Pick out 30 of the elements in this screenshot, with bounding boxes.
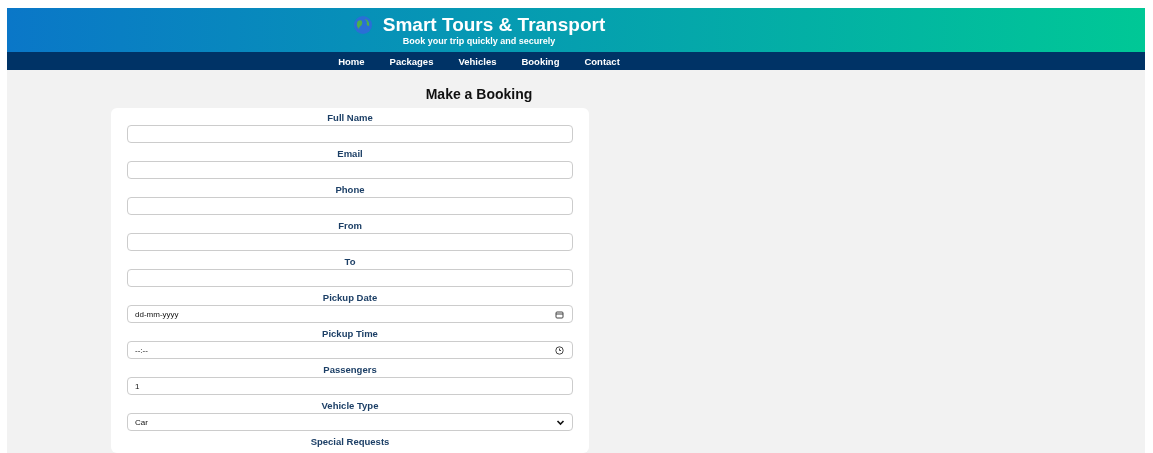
site-title: Smart Tours & Transport (382, 14, 606, 36)
field-label: From (337, 220, 363, 231)
field-label: To (343, 256, 357, 267)
nav-link[interactable]: Packages (389, 55, 434, 67)
nav-link[interactable]: Contact (584, 55, 620, 67)
field-label: Full Name (326, 112, 374, 123)
clock-icon (555, 346, 564, 355)
input-field[interactable] (127, 161, 573, 179)
nav-link[interactable]: Vehicles (458, 55, 497, 67)
input-field[interactable] (127, 125, 573, 143)
form-title: Make a Booking (425, 86, 533, 102)
time-field[interactable]: --:-- (127, 341, 573, 359)
field-label: Special Requests (309, 436, 391, 447)
field-label: Phone (334, 184, 366, 195)
globe-icon (352, 15, 373, 35)
select-field[interactable]: Car (127, 413, 573, 431)
calendar-icon (555, 310, 564, 319)
field-label: Passengers (322, 364, 378, 375)
site-subtitle: Book your trip quickly and securely (402, 36, 556, 46)
number-field[interactable]: 1 (127, 377, 573, 395)
input-field[interactable] (127, 197, 573, 215)
nav-link[interactable]: Booking (521, 55, 560, 67)
date-field[interactable]: dd-mm-yyyy (127, 305, 573, 323)
nav-link[interactable]: Home (338, 55, 365, 67)
input-field[interactable] (127, 269, 573, 287)
field-label: Pickup Time (321, 328, 379, 339)
field-label: Pickup Date (321, 292, 379, 303)
field-label: Vehicle Type (320, 400, 380, 411)
field-label: Email (336, 148, 364, 159)
input-field[interactable] (127, 233, 573, 251)
